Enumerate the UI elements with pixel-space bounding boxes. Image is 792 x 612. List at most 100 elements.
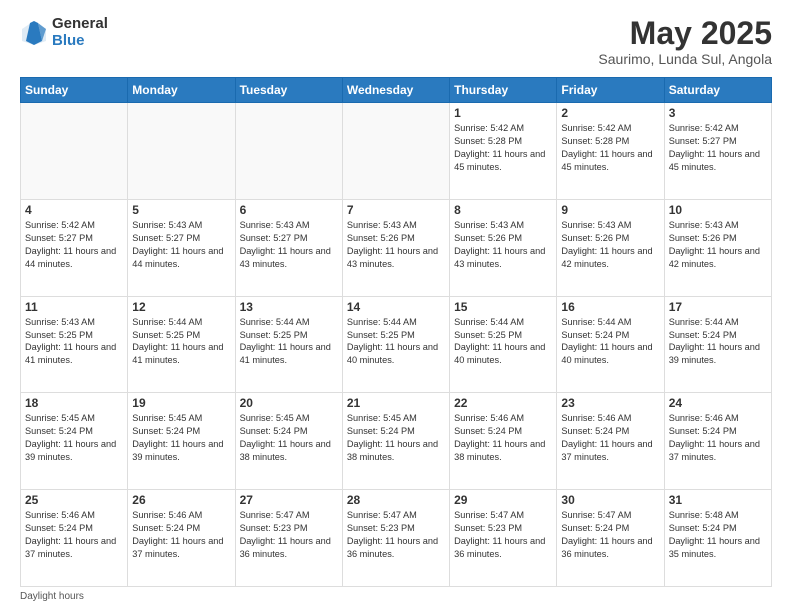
day-info: Sunrise: 5:48 AM Sunset: 5:24 PM Dayligh… [669, 509, 767, 561]
table-row: 7Sunrise: 5:43 AM Sunset: 5:26 PM Daylig… [342, 199, 449, 296]
day-number: 14 [347, 300, 445, 314]
day-number: 13 [240, 300, 338, 314]
day-info: Sunrise: 5:44 AM Sunset: 5:25 PM Dayligh… [347, 316, 445, 368]
table-row: 6 Sunrise: 5:43 AM Sunset: 5:27 PM Daylig… [235, 199, 342, 296]
day-info: Sunrise: 5:43 AM Sunset: 5:26 PM Dayligh… [454, 219, 552, 271]
calendar-week-4: 18 Sunrise: 5:45 AM Sunset: 5:24 PM Dayli… [21, 393, 772, 490]
day-info: Sunrise: 5:44 AM Sunset: 5:24 PM Dayligh… [561, 316, 659, 368]
day-info: Sunrise: 5:47 AM Sunset: 5:24 PM Dayligh… [561, 509, 659, 561]
page-title: May 2025 [598, 16, 772, 51]
day-number: 16 [561, 300, 659, 314]
table-row [21, 103, 128, 200]
logo-general-text: General [52, 16, 108, 33]
day-number: 8 [454, 203, 552, 217]
day-number: 24 [669, 396, 767, 410]
table-row [342, 103, 449, 200]
day-number: 7 [347, 203, 445, 217]
day-info: Sunrise: 5:42 AM Sunset: 5:28 PM Dayligh… [454, 122, 552, 174]
logo-icon [20, 19, 48, 47]
day-info: Sunrise: 5:42 AM Sunset: 5:27 PM Dayligh… [25, 219, 123, 271]
col-sunday: Sunday [21, 78, 128, 103]
day-number: 20 [240, 396, 338, 410]
table-row: 28 Sunrise: 5:47 AM Sunset: 5:23 PM Dayli… [342, 490, 449, 587]
calendar-week-5: 25 Sunrise: 5:46 AM Sunset: 5:24 PM Dayli… [21, 490, 772, 587]
day-info: Sunrise: 5:46 AM Sunset: 5:24 PM Dayligh… [561, 412, 659, 464]
day-info: Sunrise: 5:43 AM Sunset: 5:27 PM Dayligh… [132, 219, 230, 271]
day-info: Sunrise: 5:42 AM Sunset: 5:27 PM Dayligh… [669, 122, 767, 174]
table-row: 23 Sunrise: 5:46 AM Sunset: 5:24 PM Dayli… [557, 393, 664, 490]
table-row: 25 Sunrise: 5:46 AM Sunset: 5:24 PM Dayli… [21, 490, 128, 587]
day-info: Sunrise: 5:42 AM Sunset: 5:28 PM Dayligh… [561, 122, 659, 174]
day-number: 6 [240, 203, 338, 217]
table-row: 9Sunrise: 5:43 AM Sunset: 5:26 PM Daylig… [557, 199, 664, 296]
table-row: 14 Sunrise: 5:44 AM Sunset: 5:25 PM Dayli… [342, 296, 449, 393]
day-info: Sunrise: 5:45 AM Sunset: 5:24 PM Dayligh… [347, 412, 445, 464]
table-row: 2 Sunrise: 5:42 AM Sunset: 5:28 PM Daylig… [557, 103, 664, 200]
day-number: 25 [25, 493, 123, 507]
table-row: 29 Sunrise: 5:47 AM Sunset: 5:23 PM Dayli… [450, 490, 557, 587]
table-row: 22 Sunrise: 5:46 AM Sunset: 5:24 PM Dayli… [450, 393, 557, 490]
table-row: 13 Sunrise: 5:44 AM Sunset: 5:25 PM Dayli… [235, 296, 342, 393]
day-info: Sunrise: 5:46 AM Sunset: 5:24 PM Dayligh… [454, 412, 552, 464]
day-info: Sunrise: 5:44 AM Sunset: 5:25 PM Dayligh… [240, 316, 338, 368]
day-number: 29 [454, 493, 552, 507]
table-row: 5 Sunrise: 5:43 AM Sunset: 5:27 PM Daylig… [128, 199, 235, 296]
day-number: 1 [454, 106, 552, 120]
day-number: 21 [347, 396, 445, 410]
page-subtitle: Saurimo, Lunda Sul, Angola [598, 51, 772, 67]
day-number: 17 [669, 300, 767, 314]
day-number: 28 [347, 493, 445, 507]
table-row: 16 Sunrise: 5:44 AM Sunset: 5:24 PM Dayli… [557, 296, 664, 393]
day-info: Sunrise: 5:45 AM Sunset: 5:24 PM Dayligh… [132, 412, 230, 464]
table-row: 31 Sunrise: 5:48 AM Sunset: 5:24 PM Dayli… [664, 490, 771, 587]
day-info: Sunrise: 5:46 AM Sunset: 5:24 PM Dayligh… [669, 412, 767, 464]
table-row: 4 Sunrise: 5:42 AM Sunset: 5:27 PM Daylig… [21, 199, 128, 296]
col-wednesday: Wednesday [342, 78, 449, 103]
day-info: Sunrise: 5:44 AM Sunset: 5:25 PM Dayligh… [132, 316, 230, 368]
table-row: 30 Sunrise: 5:47 AM Sunset: 5:24 PM Dayli… [557, 490, 664, 587]
calendar-week-3: 11Sunrise: 5:43 AM Sunset: 5:25 PM Dayli… [21, 296, 772, 393]
day-number: 2 [561, 106, 659, 120]
day-info: Sunrise: 5:47 AM Sunset: 5:23 PM Dayligh… [454, 509, 552, 561]
footer-note: Daylight hours [20, 591, 772, 602]
table-row: 20 Sunrise: 5:45 AM Sunset: 5:24 PM Dayli… [235, 393, 342, 490]
day-number: 23 [561, 396, 659, 410]
day-info: Sunrise: 5:45 AM Sunset: 5:24 PM Dayligh… [240, 412, 338, 464]
day-info: Sunrise: 5:47 AM Sunset: 5:23 PM Dayligh… [347, 509, 445, 561]
day-info: Sunrise: 5:43 AM Sunset: 5:27 PM Dayligh… [240, 219, 338, 271]
day-number: 27 [240, 493, 338, 507]
table-row: 10Sunrise: 5:43 AM Sunset: 5:26 PM Dayli… [664, 199, 771, 296]
table-row: 1 Sunrise: 5:42 AM Sunset: 5:28 PM Daylig… [450, 103, 557, 200]
day-info: Sunrise: 5:46 AM Sunset: 5:24 PM Dayligh… [25, 509, 123, 561]
day-number: 4 [25, 203, 123, 217]
header: General Blue May 2025 Saurimo, Lunda Sul… [20, 16, 772, 67]
day-number: 30 [561, 493, 659, 507]
logo: General Blue [20, 16, 108, 49]
title-block: May 2025 Saurimo, Lunda Sul, Angola [598, 16, 772, 67]
table-row: 11Sunrise: 5:43 AM Sunset: 5:25 PM Dayli… [21, 296, 128, 393]
table-row: 24 Sunrise: 5:46 AM Sunset: 5:24 PM Dayli… [664, 393, 771, 490]
day-number: 22 [454, 396, 552, 410]
day-number: 18 [25, 396, 123, 410]
table-row: 8 Sunrise: 5:43 AM Sunset: 5:26 PM Daylig… [450, 199, 557, 296]
day-number: 31 [669, 493, 767, 507]
day-info: Sunrise: 5:45 AM Sunset: 5:24 PM Dayligh… [25, 412, 123, 464]
day-info: Sunrise: 5:44 AM Sunset: 5:25 PM Dayligh… [454, 316, 552, 368]
col-tuesday: Tuesday [235, 78, 342, 103]
table-row: 18 Sunrise: 5:45 AM Sunset: 5:24 PM Dayli… [21, 393, 128, 490]
day-number: 3 [669, 106, 767, 120]
day-number: 10 [669, 203, 767, 217]
table-row: 3 Sunrise: 5:42 AM Sunset: 5:27 PM Daylig… [664, 103, 771, 200]
col-monday: Monday [128, 78, 235, 103]
col-saturday: Saturday [664, 78, 771, 103]
day-info: Sunrise: 5:47 AM Sunset: 5:23 PM Dayligh… [240, 509, 338, 561]
calendar-header-row: Sunday Monday Tuesday Wednesday Thursday… [21, 78, 772, 103]
day-number: 15 [454, 300, 552, 314]
day-number: 19 [132, 396, 230, 410]
calendar-week-2: 4 Sunrise: 5:42 AM Sunset: 5:27 PM Daylig… [21, 199, 772, 296]
table-row: 21 Sunrise: 5:45 AM Sunset: 5:24 PM Dayli… [342, 393, 449, 490]
table-row [235, 103, 342, 200]
table-row: 19 Sunrise: 5:45 AM Sunset: 5:24 PM Dayli… [128, 393, 235, 490]
day-number: 5 [132, 203, 230, 217]
table-row: 15 Sunrise: 5:44 AM Sunset: 5:25 PM Dayli… [450, 296, 557, 393]
